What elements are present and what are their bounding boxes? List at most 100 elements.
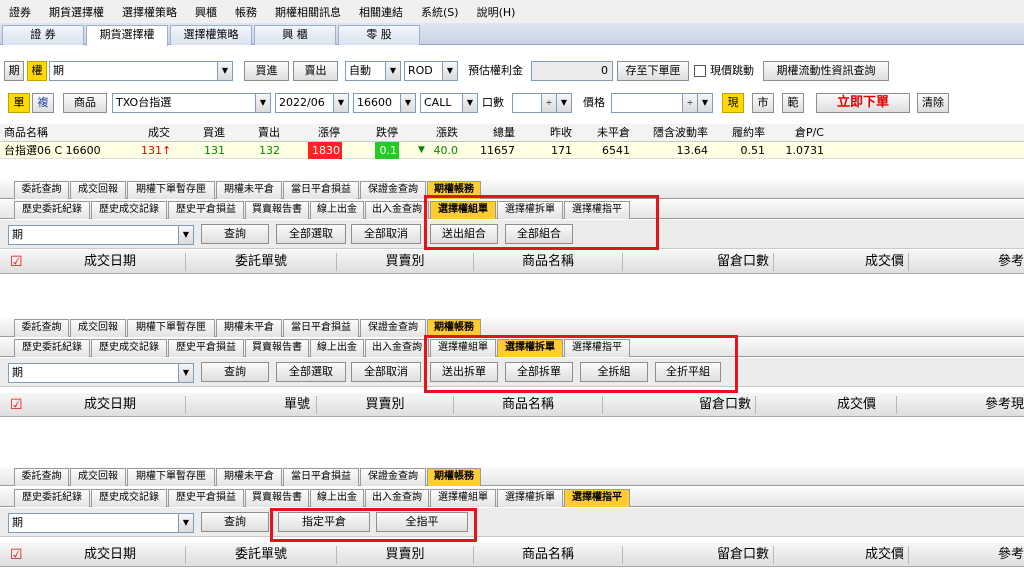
mode-options-button[interactable]: 權: [27, 61, 47, 81]
tab-fill-history[interactable]: 歷史成交記錄: [91, 201, 167, 219]
tab-trade-report[interactable]: 買賣報告書: [245, 489, 309, 507]
quote-row[interactable]: 台指選06 C 16600 131 ↑ 131 132 1830 0.1 ▼ 4…: [0, 142, 1024, 159]
tab-fill-report[interactable]: 成交回報: [70, 468, 126, 486]
spin-icon[interactable]: ÷: [682, 94, 697, 112]
save-to-box-button[interactable]: 存至下單匣: [617, 61, 689, 81]
tab-close-pnl-history[interactable]: 歷史平倉損益: [168, 489, 244, 507]
tab-fill-history[interactable]: 歷史成交記錄: [91, 339, 167, 357]
tab-margin-query[interactable]: 保證金查詢: [360, 181, 426, 199]
tab-option-split[interactable]: 選擇權拆單: [497, 489, 563, 507]
split-deselect-all-button[interactable]: 全部取消: [351, 362, 421, 382]
single-order-button[interactable]: 單: [8, 93, 30, 113]
tab-open-positions[interactable]: 期權未平倉: [216, 181, 282, 199]
tab-order-box[interactable]: 期權下單暫存匣: [127, 468, 215, 486]
tab-close-pnl-history[interactable]: 歷史平倉損益: [168, 201, 244, 219]
tab-trade-report[interactable]: 買賣報告書: [245, 201, 309, 219]
tab-odd-lot[interactable]: 零 股: [338, 25, 420, 45]
live-price-checkbox[interactable]: [694, 65, 706, 77]
combine-select-all-button[interactable]: 全部選取: [276, 224, 346, 244]
tab-option-combine[interactable]: 選擇權組單: [430, 489, 496, 507]
spin-icon[interactable]: ÷: [541, 94, 556, 112]
col-reference: 參考現: [984, 397, 1024, 412]
tab-fill-history[interactable]: 歷史成交記錄: [91, 489, 167, 507]
tab-fill-report[interactable]: 成交回報: [70, 181, 126, 199]
menu-option-strategy[interactable]: 選擇權策略: [113, 4, 186, 20]
check-icon[interactable]: ☑: [10, 393, 23, 417]
split-query-button[interactable]: 查詢: [201, 362, 269, 382]
product-select[interactable]: TXO台指選 ▼: [112, 93, 271, 113]
tab-order-history[interactable]: 歷史委託紀錄: [14, 339, 90, 357]
liquidity-query-button[interactable]: 期權流動性資訊查詢: [763, 61, 889, 81]
submit-order-button[interactable]: 立即下單: [816, 93, 910, 113]
combine-query-button[interactable]: 查詢: [201, 224, 269, 244]
close-query-button[interactable]: 查詢: [201, 512, 269, 532]
tab-order-history[interactable]: 歷史委託紀錄: [14, 201, 90, 219]
tab-withdraw[interactable]: 線上出金: [310, 489, 364, 507]
tab-order-query[interactable]: 委託查詢: [14, 319, 69, 337]
combine-type-select[interactable]: 期 ▼: [8, 225, 194, 245]
highlight-box: [270, 508, 477, 542]
tab-trade-report[interactable]: 買賣報告書: [245, 339, 309, 357]
combine-deselect-all-button[interactable]: 全部取消: [351, 224, 421, 244]
split-type-select[interactable]: 期 ▼: [8, 363, 194, 383]
price-input[interactable]: ÷ ▼: [611, 93, 713, 113]
tab-open-positions[interactable]: 期權未平倉: [216, 468, 282, 486]
menu-info[interactable]: 期權相關訊息: [266, 4, 350, 20]
menu-help[interactable]: 說明(H): [468, 4, 525, 20]
product-value: TXO台指選: [116, 96, 172, 109]
check-icon[interactable]: ☑: [10, 250, 23, 274]
menu-links[interactable]: 相關連結: [350, 4, 412, 20]
tab-fund-query[interactable]: 出入金查詢: [365, 339, 429, 357]
menu-securities[interactable]: 證券: [0, 4, 40, 20]
tab-withdraw[interactable]: 線上出金: [310, 339, 364, 357]
col-fill-price: 成交價: [864, 254, 904, 269]
tab-securities[interactable]: 證 券: [2, 25, 84, 45]
menu-futures-options[interactable]: 期貨選擇權: [40, 4, 113, 20]
tab-margin-query[interactable]: 保證金查詢: [360, 468, 426, 486]
clear-button[interactable]: 清除: [917, 93, 949, 113]
tab-emerging[interactable]: 興 櫃: [254, 25, 336, 45]
mode-futures-button[interactable]: 期: [4, 61, 24, 81]
product-button[interactable]: 商品: [63, 93, 107, 113]
tab-fund-query[interactable]: 出入金查詢: [365, 489, 429, 507]
price-type-select[interactable]: 自動 ▼: [345, 61, 401, 81]
tab-order-box[interactable]: 期權下單暫存匣: [127, 181, 215, 199]
order-condition-select[interactable]: ROD ▼: [404, 61, 458, 81]
qty-input[interactable]: ÷ ▼: [512, 93, 572, 113]
tab-fund-query[interactable]: 出入金查詢: [365, 201, 429, 219]
spot-price-button[interactable]: 現: [722, 93, 744, 113]
tab-option-close[interactable]: 選擇權指平: [564, 489, 630, 507]
col-prev: 昨收: [550, 126, 572, 139]
market-price-button[interactable]: 市: [752, 93, 774, 113]
product-type-select[interactable]: 期 ▼: [49, 61, 233, 81]
tab-open-positions[interactable]: 期權未平倉: [216, 319, 282, 337]
tab-daily-pnl[interactable]: 當日平倉損益: [283, 468, 359, 486]
col-product-name: 商品名稱: [521, 547, 574, 562]
tab-option-strategy[interactable]: 選擇權策略: [170, 25, 252, 45]
multi-order-button[interactable]: 複: [32, 93, 54, 113]
tab-order-box[interactable]: 期權下單暫存匣: [127, 319, 215, 337]
tab-withdraw[interactable]: 線上出金: [310, 201, 364, 219]
sell-button[interactable]: 賣出: [293, 61, 338, 81]
tab-close-pnl-history[interactable]: 歷史平倉損益: [168, 339, 244, 357]
range-price-button[interactable]: 範: [782, 93, 804, 113]
call-put-select[interactable]: CALL ▼: [420, 93, 478, 113]
split-select-all-button[interactable]: 全部選取: [276, 362, 346, 382]
tab-daily-pnl[interactable]: 當日平倉損益: [283, 319, 359, 337]
tab-daily-pnl[interactable]: 當日平倉損益: [283, 181, 359, 199]
tab-margin-query[interactable]: 保證金查詢: [360, 319, 426, 337]
menu-system[interactable]: 系統(S): [412, 4, 468, 20]
check-icon[interactable]: ☑: [10, 543, 23, 567]
tab-futures-options[interactable]: 期貨選擇權: [86, 25, 168, 46]
tab-account[interactable]: 期權帳務: [427, 468, 481, 486]
buy-button[interactable]: 買進: [244, 61, 289, 81]
tab-fill-report[interactable]: 成交回報: [70, 319, 126, 337]
tab-order-query[interactable]: 委託查詢: [14, 181, 69, 199]
month-select[interactable]: 2022/06 ▼: [275, 93, 349, 113]
strike-select[interactable]: 16600 ▼: [353, 93, 416, 113]
close-type-select[interactable]: 期 ▼: [8, 513, 194, 533]
menu-account[interactable]: 帳務: [226, 4, 266, 20]
tab-order-history[interactable]: 歷史委託紀錄: [14, 489, 90, 507]
tab-order-query[interactable]: 委託查詢: [14, 468, 69, 486]
menu-emerging[interactable]: 興櫃: [186, 4, 226, 20]
